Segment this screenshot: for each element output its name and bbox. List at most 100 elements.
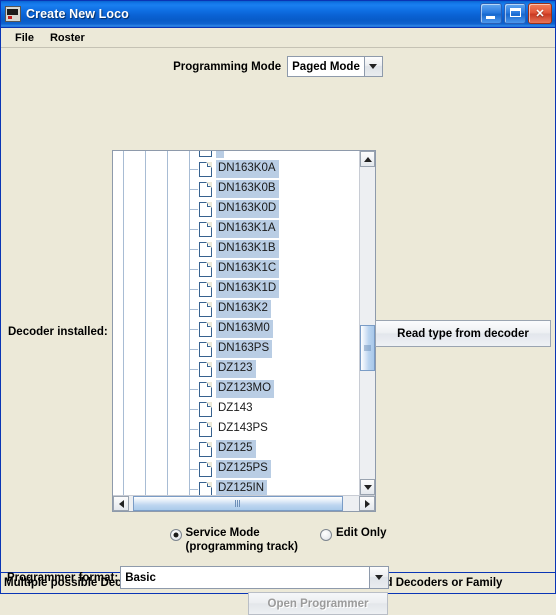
tree-indent [135, 339, 157, 359]
file-icon [199, 161, 212, 177]
tree-indent [135, 199, 157, 219]
programmer-format-row: Programmer format: Basic [7, 566, 390, 589]
tree-indent [135, 399, 157, 419]
tree-indent [113, 199, 135, 219]
file-icon [199, 301, 212, 317]
maximize-button[interactable] [504, 3, 526, 24]
tree-indent [157, 359, 179, 379]
list-item-label: DN163M0 [216, 320, 273, 338]
list-item-label: DZ125IN [216, 480, 268, 495]
service-mode-line2: (programming track) [185, 541, 298, 553]
tree-elbow [179, 159, 199, 179]
tree-indent [135, 439, 157, 459]
programmer-format-value[interactable]: Basic [120, 566, 370, 589]
programming-mode-dropdown-button[interactable] [363, 56, 383, 77]
menu-item-file[interactable]: File [7, 30, 42, 46]
tree-indent [157, 439, 179, 459]
file-icon [199, 201, 212, 217]
list-item[interactable]: DN163K0D [113, 199, 359, 219]
triangle-left-icon [118, 499, 124, 508]
scroll-right-button[interactable] [359, 496, 375, 511]
list-item-label: DN163K1C [216, 260, 280, 278]
tree-indent [113, 219, 135, 239]
tree-indent [135, 419, 157, 439]
file-icon [199, 261, 212, 277]
tree-elbow [179, 151, 199, 159]
read-type-from-decoder-button[interactable]: Read type from decoder [375, 320, 551, 347]
list-item[interactable]: DZ125 [113, 439, 359, 459]
radio-edit-only[interactable]: Edit Only [319, 526, 386, 541]
horizontal-scroll-track[interactable] [129, 496, 359, 511]
tree-elbow [179, 239, 199, 259]
horizontal-scroll-thumb[interactable] [133, 496, 343, 511]
list-item[interactable]: DN163M0 [113, 319, 359, 339]
tree-elbow [179, 339, 199, 359]
tree-indent [113, 319, 135, 339]
list-item[interactable]: DN163K2 [113, 299, 359, 319]
list-item[interactable]: DZ143PS [113, 419, 359, 439]
list-item[interactable]: DZ123 [113, 359, 359, 379]
tree-indent [135, 219, 157, 239]
tree-elbow [179, 439, 199, 459]
programming-mode-combobox[interactable]: Paged Mode [287, 56, 383, 77]
horizontal-scrollbar[interactable] [113, 495, 375, 511]
file-icon [199, 461, 212, 477]
tree-indent [113, 179, 135, 199]
list-item[interactable]: DN163PS [113, 339, 359, 359]
list-item[interactable]: DN163K0B [113, 179, 359, 199]
tree-elbow [179, 319, 199, 339]
list-item-label: DZ143PS [218, 422, 268, 434]
list-item[interactable]: DN163K1A [113, 219, 359, 239]
list-item[interactable]: DN163K1B [113, 239, 359, 259]
programming-mode-value[interactable]: Paged Mode [287, 56, 364, 77]
minimize-button[interactable] [480, 3, 502, 24]
decoder-tree-list: DN163K0A DN163K0B DN163K0D DN163K1A DN163K1B… [113, 151, 359, 495]
list-item[interactable] [113, 151, 359, 159]
tree-indent [157, 459, 179, 479]
menu-item-roster[interactable]: Roster [42, 30, 93, 46]
main-content: Programming Mode Paged Mode Decoder inst… [1, 48, 555, 615]
file-icon [199, 181, 212, 197]
tree-indent [135, 319, 157, 339]
programmer-format-combobox[interactable]: Basic [120, 566, 390, 589]
tree-indent [113, 459, 135, 479]
vertical-scrollbar[interactable] [359, 151, 375, 495]
close-button[interactable]: ✕ [528, 3, 552, 24]
tree-indent [113, 259, 135, 279]
minimize-icon [486, 16, 495, 19]
list-item[interactable]: DN163K1C [113, 259, 359, 279]
radio-indicator-selected-icon [169, 529, 182, 541]
scroll-down-button[interactable] [360, 479, 375, 495]
vertical-scroll-thumb[interactable] [360, 325, 375, 371]
list-item[interactable]: DZ123MO [113, 379, 359, 399]
list-item[interactable]: DN163K1D [113, 279, 359, 299]
service-mode-line1: Service Mode [185, 527, 260, 539]
vertical-scroll-track[interactable] [360, 167, 375, 479]
radio-service-mode[interactable]: Service Mode (programming track) [169, 526, 298, 554]
tree-indent [135, 459, 157, 479]
list-item-label: DN163K1A [216, 220, 279, 238]
tree-indent [113, 279, 135, 299]
scroll-left-button[interactable] [113, 496, 129, 511]
locomotive-icon [5, 6, 21, 22]
open-programmer-button[interactable]: Open Programmer [248, 592, 388, 615]
decoder-tree-body: DN163K0A DN163K0B DN163K0D DN163K1A DN163K1B… [113, 151, 375, 495]
list-item[interactable]: DZ125IN [113, 479, 359, 495]
programmer-format-dropdown-button[interactable] [369, 566, 390, 589]
list-item[interactable]: DZ125PS [113, 459, 359, 479]
tree-indent [157, 299, 179, 319]
file-icon [199, 221, 212, 237]
tree-indent [135, 279, 157, 299]
triangle-up-icon [363, 156, 372, 162]
maximize-icon [510, 8, 521, 17]
tree-indent [113, 239, 135, 259]
list-item-label: DZ125 [216, 440, 256, 458]
scroll-up-button[interactable] [360, 151, 375, 167]
list-item[interactable]: DZ143 [113, 399, 359, 419]
tree-elbow [179, 259, 199, 279]
list-item[interactable]: DN163K0A [113, 159, 359, 179]
file-icon [199, 441, 212, 457]
list-item-label [216, 151, 225, 158]
decoder-tree-view[interactable]: DN163K0A DN163K0B DN163K0D DN163K1A DN163K1B… [113, 151, 359, 495]
programming-mode-row: Programming Mode Paged Mode [1, 56, 555, 77]
